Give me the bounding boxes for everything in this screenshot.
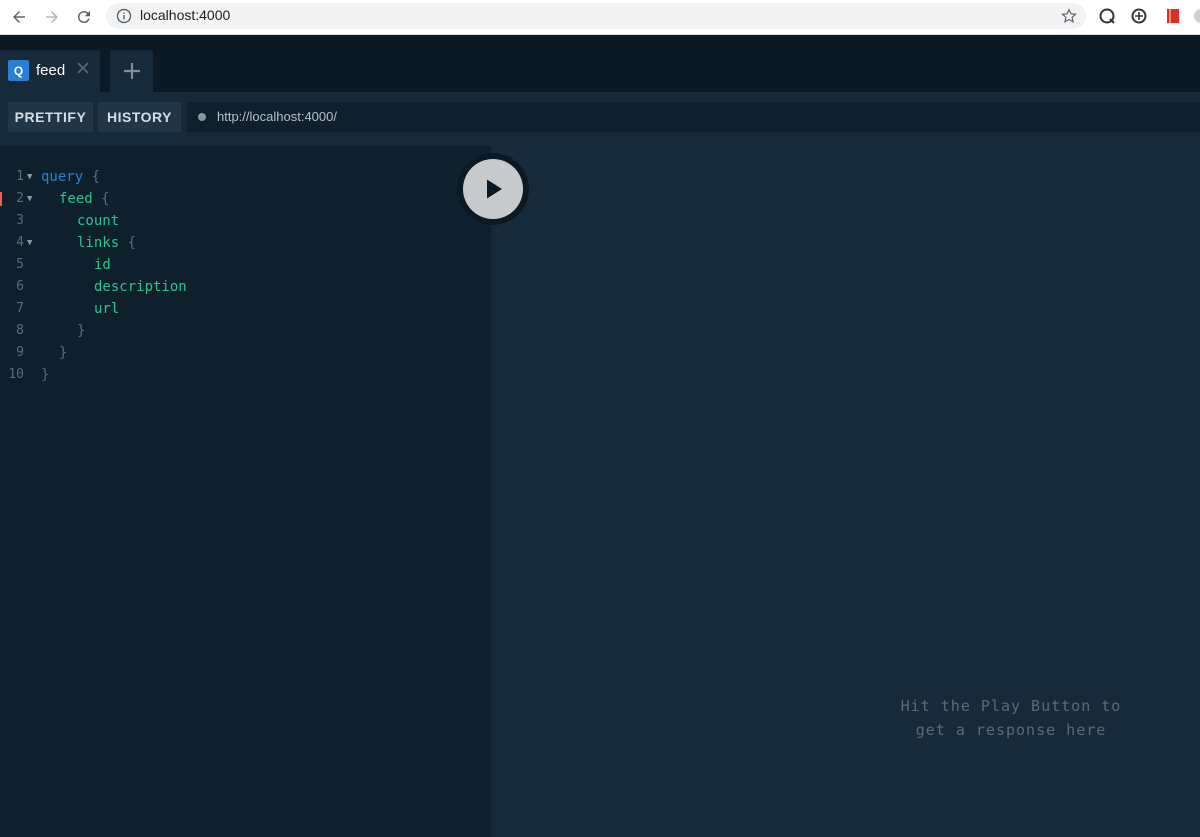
closing-brace: } — [77, 323, 86, 339]
reload-button[interactable] — [72, 5, 96, 29]
extension-partial-icon[interactable] — [1192, 7, 1200, 25]
history-button[interactable]: HISTORY — [98, 102, 181, 132]
code-line: 10 } — [0, 364, 491, 386]
query-badge-icon: Q — [8, 60, 29, 81]
result-placeholder: Hit the Play Button to get a response he… — [900, 697, 1122, 739]
prettify-button[interactable]: PRETTIFY — [8, 102, 93, 132]
code-line: 6 description — [0, 276, 491, 298]
endpoint-url: http://localhost:4000/ — [217, 109, 337, 124]
line-number: 1 — [16, 169, 24, 184]
forward-button[interactable] — [40, 5, 64, 29]
arrow-left-icon — [13, 11, 25, 23]
field-url: url — [94, 301, 120, 317]
query-editor[interactable]: 1 ▼ query { 2 ▼ feed { 3 count 4 ▼ links… — [0, 146, 491, 837]
new-tab-button[interactable] — [110, 50, 153, 92]
endpoint-input[interactable]: http://localhost:4000/ — [187, 102, 1200, 132]
back-button[interactable] — [7, 5, 31, 29]
editor-toolbar: PRETTIFY HISTORY http://localhost:4000/ — [0, 92, 1200, 146]
connection-status-icon — [198, 113, 206, 121]
line-number: 6 — [16, 279, 24, 294]
code-line: 9 } — [0, 342, 491, 364]
line-number: 8 — [16, 323, 24, 338]
reload-icon — [77, 11, 90, 24]
field-links: links — [77, 235, 120, 251]
field-count: count — [77, 213, 120, 229]
code-line: 1 ▼ query { — [0, 166, 491, 188]
extension-sync-icon[interactable] — [1130, 7, 1148, 25]
browser-toolbar: localhost:4000 — [0, 0, 1200, 35]
line-number: 10 — [8, 367, 24, 382]
info-icon — [116, 8, 132, 24]
plus-icon — [123, 63, 140, 79]
field-id: id — [94, 257, 111, 273]
execute-query-button[interactable] — [457, 153, 529, 225]
field-description: description — [94, 279, 187, 295]
line-number: 7 — [16, 301, 24, 316]
closing-brace: } — [59, 345, 68, 361]
line-number: 4 — [16, 235, 24, 250]
result-pane[interactable]: Hit the Play Button to get a response he… — [491, 146, 1200, 837]
address-url: localhost:4000 — [140, 7, 231, 23]
bookmark-star-icon[interactable] — [1060, 7, 1078, 25]
tab-feed[interactable]: Q feed — [0, 50, 100, 92]
fold-arrow-icon[interactable]: ▼ — [27, 232, 32, 254]
address-bar[interactable]: localhost:4000 — [106, 3, 1086, 29]
line-number: 5 — [16, 257, 24, 272]
play-icon — [487, 179, 502, 199]
query-keyword: query — [41, 169, 84, 185]
code-line: 5 id — [0, 254, 491, 276]
line-number: 9 — [16, 345, 24, 360]
code-line: 8 } — [0, 320, 491, 342]
code-line: 7 url — [0, 298, 491, 320]
arrow-right-icon — [46, 11, 58, 23]
extension-q-icon[interactable] — [1098, 7, 1116, 25]
close-icon[interactable] — [76, 61, 90, 75]
closing-brace: } — [41, 367, 50, 383]
fold-arrow-icon[interactable]: ▼ — [27, 188, 32, 210]
code-line: 2 ▼ feed { — [0, 188, 491, 210]
fold-arrow-icon[interactable]: ▼ — [27, 166, 32, 188]
extension-book-icon[interactable] — [1164, 7, 1182, 25]
playground-tabstrip: Q feed — [0, 35, 1200, 92]
line-number: 2 — [16, 191, 24, 206]
line-number: 3 — [16, 213, 24, 228]
tab-label: feed — [36, 62, 66, 79]
code-line: 4 ▼ links { — [0, 232, 491, 254]
code-line: 3 count — [0, 210, 491, 232]
field-feed: feed — [59, 191, 93, 207]
